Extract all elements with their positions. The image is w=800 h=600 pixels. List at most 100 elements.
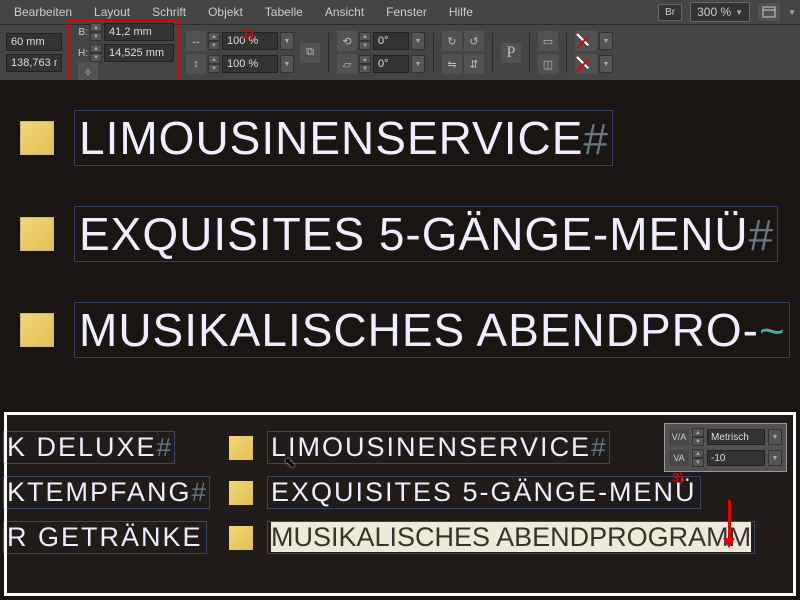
chevron-down-icon[interactable]: ▼ xyxy=(788,8,796,17)
zoom-value: 300 % xyxy=(697,5,731,19)
height-spin-down[interactable]: ▼ xyxy=(90,53,102,62)
width-input[interactable] xyxy=(104,23,174,41)
chevron-down-icon: ▼ xyxy=(735,8,743,17)
menu-objekt[interactable]: Objekt xyxy=(198,1,253,23)
shear-icon: ▱ xyxy=(337,54,357,74)
text-line-3: MUSIKALISCHES ABENDPRO- xyxy=(79,304,759,356)
cursor-icon: ⬉ xyxy=(284,454,296,471)
rotate-icon: ⟲ xyxy=(337,31,357,51)
flip-h-icon[interactable]: ⇋ xyxy=(442,54,462,74)
rotate-spin-up[interactable]: ▲ xyxy=(359,32,371,41)
fill-dropdown[interactable]: ▼ xyxy=(599,32,613,50)
rotate-dropdown[interactable]: ▼ xyxy=(411,32,425,50)
overflow-mark-icon: ~ xyxy=(759,307,785,356)
stroke-dropdown[interactable]: ▼ xyxy=(599,55,613,73)
x-position-input[interactable] xyxy=(6,33,62,51)
scalex-spin-up[interactable]: ▲ xyxy=(208,32,220,41)
flip-v-icon[interactable]: ⇵ xyxy=(464,54,484,74)
kerning-spin-up[interactable]: ▲ xyxy=(692,428,704,437)
tracking-input[interactable] xyxy=(707,450,765,466)
bullet-square[interactable] xyxy=(20,121,54,155)
bullet-square[interactable] xyxy=(229,526,253,550)
text-left-3: R GETRÄNKE xyxy=(7,522,203,552)
select-container-icon[interactable]: ▭ xyxy=(538,31,558,51)
text-right-2: EXQUISITES 5-GÄNGE-MENÜ xyxy=(271,477,697,507)
y-position-input[interactable] xyxy=(6,54,62,72)
rotate-ccw-icon[interactable]: ↺ xyxy=(464,31,484,51)
bullet-square[interactable] xyxy=(229,481,253,505)
text-frame[interactable]: EXQUISITES 5-GÄNGE-MENÜ# xyxy=(74,206,778,262)
text-frame[interactable]: KTEMPFANG# xyxy=(3,476,210,509)
tracking-dropdown[interactable]: ▼ xyxy=(768,450,782,466)
zoom-level[interactable]: 300 % ▼ xyxy=(690,2,750,22)
bridge-badge[interactable]: Br xyxy=(658,4,682,21)
text-frame[interactable]: MUSIKALISCHES ABENDPRO-~ xyxy=(74,302,790,358)
scale-x-dropdown[interactable]: ▼ xyxy=(280,32,294,50)
kerning-dropdown[interactable]: ▼ xyxy=(768,429,782,445)
height-label: H: xyxy=(74,48,88,59)
bullet-square[interactable] xyxy=(20,313,54,347)
end-mark-icon: # xyxy=(749,211,773,260)
menu-ansicht[interactable]: Ansicht xyxy=(315,1,374,23)
menu-tabelle[interactable]: Tabelle xyxy=(255,1,313,23)
menu-hilfe[interactable]: Hilfe xyxy=(439,1,483,23)
scale-group: ↔ ▲▼ ▼ ↕ ▲▼ ▼ xyxy=(186,31,294,74)
select-content-icon[interactable]: ◫ xyxy=(538,54,558,74)
tracking-spin-up[interactable]: ▲ xyxy=(692,449,704,458)
shear-input[interactable] xyxy=(373,55,409,73)
end-mark-icon: # xyxy=(583,115,607,164)
position-group xyxy=(6,33,62,72)
shear-spin-down[interactable]: ▼ xyxy=(359,64,371,73)
text-frame[interactable]: R GETRÄNKE xyxy=(3,521,207,554)
width-spin-up[interactable]: ▲ xyxy=(90,23,102,32)
rotate-group: ⟲ ▲▼ ▼ ▱ ▲▼ ▼ xyxy=(337,31,425,74)
scale-y-input[interactable] xyxy=(222,55,278,73)
shear-dropdown[interactable]: ▼ xyxy=(411,55,425,73)
text-line-1: LIMOUSINENSERVICE xyxy=(79,112,583,164)
annotation-1: 1) xyxy=(242,26,254,41)
rotate-input[interactable] xyxy=(373,32,409,50)
stroke-swatch-icon[interactable] xyxy=(575,54,597,74)
menu-fenster[interactable]: Fenster xyxy=(376,1,437,23)
height-input[interactable] xyxy=(104,44,174,62)
text-frame[interactable]: LIMOUSINENSERVICE# xyxy=(74,110,613,166)
scale-x-icon: ↔ xyxy=(186,31,206,51)
link-scale-icon[interactable]: ⧉ xyxy=(300,43,320,63)
control-bar: B: ▲▼ H: ▲▼ ⬨ ↔ ▲▼ ▼ ↕ ▲▼ ▼ ⧉ xyxy=(0,24,800,80)
width-spin-down[interactable]: ▼ xyxy=(90,32,102,41)
text-right-3-selected: MUSIKALISCHES ABENDPROGRAMM xyxy=(271,522,751,552)
constrain-proportions-icon[interactable]: ⬨ xyxy=(78,62,98,82)
kerning-spin-down[interactable]: ▼ xyxy=(692,437,704,446)
kerning-mode-input[interactable] xyxy=(707,429,765,445)
document-canvas-upper: LIMOUSINENSERVICE# EXQUISITES 5-GÄNGE-ME… xyxy=(0,80,800,406)
text-line-2: EXQUISITES 5-GÄNGE-MENÜ xyxy=(79,208,749,260)
annotation-3: 3) xyxy=(672,470,684,485)
scale-y-icon: ↕ xyxy=(186,54,206,74)
text-frame[interactable]: EXQUISITES 5-GÄNGE-MENÜ xyxy=(267,476,701,509)
tracking-spin-down[interactable]: ▼ xyxy=(692,458,704,467)
document-canvas-lower: K DELUXE# KTEMPFANG# R GETRÄNKE LIMOUSIN… xyxy=(4,412,796,596)
bullet-square[interactable] xyxy=(229,436,253,460)
rotate-cw-icon[interactable]: ↻ xyxy=(442,31,462,51)
scale-y-dropdown[interactable]: ▼ xyxy=(280,55,294,73)
kerning-icon: V/A xyxy=(669,429,689,445)
bullet-square[interactable] xyxy=(20,217,54,251)
fill-swatch-icon[interactable] xyxy=(575,31,597,51)
end-mark-icon: # xyxy=(157,432,171,462)
kerning-panel: V/A ▲▼ ▼ VA ▲▼ ▼ xyxy=(664,423,787,472)
height-spin-up[interactable]: ▲ xyxy=(90,44,102,53)
view-mode-icon[interactable] xyxy=(758,3,780,21)
end-mark-icon: # xyxy=(192,477,206,507)
text-frame-selected[interactable]: MUSIKALISCHES ABENDPROGRAMM xyxy=(267,521,755,554)
scaley-spin-up[interactable]: ▲ xyxy=(208,55,220,64)
end-mark-icon: # xyxy=(591,432,605,462)
size-group-highlight: B: ▲▼ H: ▲▼ ⬨ xyxy=(68,19,180,86)
scalex-spin-down[interactable]: ▼ xyxy=(208,41,220,50)
rotate-spin-down[interactable]: ▼ xyxy=(359,41,371,50)
tracking-icon: VA xyxy=(669,450,689,466)
text-frame[interactable]: LIMOUSINENSERVICE# xyxy=(267,431,610,464)
scaley-spin-down[interactable]: ▼ xyxy=(208,64,220,73)
text-frame[interactable]: K DELUXE# xyxy=(3,431,175,464)
shear-spin-up[interactable]: ▲ xyxy=(359,55,371,64)
paragraph-style-icon[interactable]: P xyxy=(501,43,521,63)
